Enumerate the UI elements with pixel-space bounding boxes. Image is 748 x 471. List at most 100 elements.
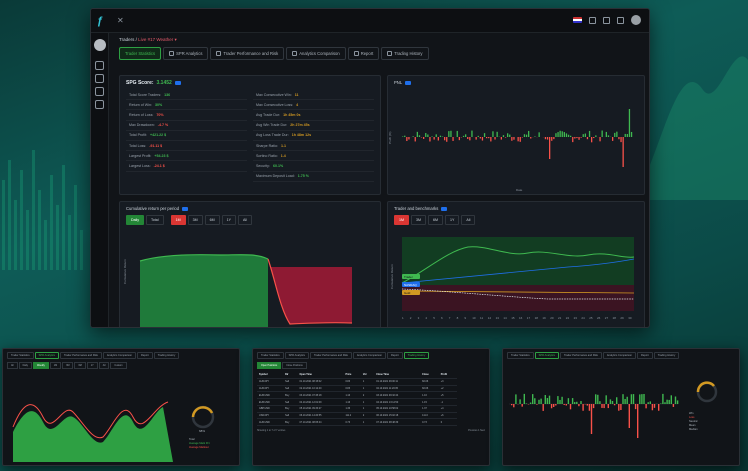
period-6m-button[interactable]: 6M — [204, 215, 220, 225]
thumbnail-trading-history[interactable]: Trader Statistics SPR Analytics Trader P… — [252, 348, 490, 466]
thumb3-bar — [555, 404, 557, 406]
pnl-bar — [557, 132, 559, 137]
stat-value: 1.1 — [280, 143, 286, 148]
stat-row: Sharpe Ratio: 1.1 — [253, 141, 374, 152]
tab-performance-risk[interactable]: Trader Performance and Risk — [210, 47, 285, 60]
stat-row: Total Loss: -91.11 $ — [126, 141, 247, 152]
x-tick-label: 11 — [480, 316, 483, 320]
search-icon[interactable] — [95, 61, 104, 70]
users-icon[interactable] — [95, 100, 104, 109]
tab-report[interactable]: Report — [347, 47, 380, 60]
thumb3-bar — [613, 404, 616, 406]
thumb3-bar — [529, 402, 532, 404]
pnl-bar — [483, 133, 486, 137]
stat-value: 11 — [294, 92, 299, 97]
cumulative-ylabel: Cumulative Return — [123, 259, 127, 284]
language-flag-icon[interactable] — [573, 17, 582, 23]
table-cell: Sell — [283, 385, 298, 393]
thumb3-bar — [658, 404, 660, 411]
pnl-bar — [544, 137, 547, 140]
table-cell: Sell — [283, 412, 298, 420]
pnl-bar — [626, 134, 628, 137]
stats-left-column: Total Score Traders: 136 Return of Win: 30%… — [126, 90, 247, 182]
trader-tag-label: Trader — [404, 275, 413, 279]
window-icon[interactable] — [617, 16, 624, 24]
thumb3-bar — [536, 404, 538, 405]
period-3m-button[interactable]: 3M — [187, 215, 203, 225]
thumb3-bar — [626, 396, 628, 404]
thumbnail-spr-bars[interactable]: Trader Statistics SPR Analytics Trader P… — [502, 348, 740, 466]
info-icon[interactable] — [182, 206, 189, 211]
bell-icon[interactable] — [603, 16, 610, 24]
pnl-bar — [418, 135, 421, 137]
table-cell: 2 — [360, 391, 375, 400]
table-row: USD/JPY Sell 06.10.2021 14:20:55 111.2 2 06.1… — [257, 412, 457, 420]
thumb3-tab: SPR Analytics — [534, 352, 559, 359]
user-avatar[interactable] — [631, 15, 641, 25]
trader-benchmarks-panel: Trader and benchmarks 1M 3M 6M 1Y All Cu… — [387, 201, 645, 327]
stat-value: 136 — [164, 92, 171, 97]
x-tick-label: 7 — [449, 316, 451, 320]
stat-row: Avg Win Trade Dur: 2h 27m 45s — [253, 121, 374, 131]
mode-total-button[interactable]: Total — [146, 215, 164, 225]
period-1m-button[interactable]: 1M — [170, 215, 186, 225]
pnl-bar — [416, 131, 418, 137]
table-row: EUR/USD Sell 04.10.2021 12:01:09 1.16 1 04.10… — [257, 398, 457, 406]
trader-period-1y-button[interactable]: 1Y — [445, 215, 460, 225]
x-tick-label: 4 — [425, 316, 427, 320]
pnl-panel: PNL Profit (%) Date — [387, 75, 645, 195]
thumb3-bar — [628, 404, 630, 428]
thumbnail-spr-analytics[interactable]: Trader Statistics SPR Analytics Trader P… — [2, 348, 240, 466]
thumb3-bar — [672, 404, 675, 407]
tab-analytics-comparison[interactable]: Analytics Comparison — [286, 47, 346, 60]
sidebar-avatar[interactable] — [93, 39, 106, 51]
stat-value: 1h 45m 0s — [283, 112, 301, 117]
gift-icon[interactable] — [589, 16, 596, 24]
close-icon[interactable]: ✕ — [117, 16, 124, 25]
trader-period-6m-button[interactable]: 6M — [428, 215, 443, 225]
table-cell: 111.0 — [420, 412, 439, 420]
thumb3-bar — [559, 399, 561, 404]
info-icon[interactable] — [174, 81, 181, 85]
table-cell: 01.10.2021 08:15:02 — [297, 378, 344, 386]
table-cell: 1.16 — [343, 391, 361, 400]
thumb3-bar — [523, 393, 525, 404]
tab-spr-analytics[interactable]: SPR Analytics — [163, 47, 209, 60]
pnl-bar — [530, 137, 532, 139]
pnl-bar — [624, 133, 626, 137]
thumb3-bar — [519, 399, 521, 404]
pnl-bar — [591, 137, 593, 143]
chart-icon[interactable] — [95, 74, 104, 83]
thumb3-tabs: Trader Statistics SPR Analytics Trader P… — [503, 349, 739, 362]
trader-period-1m-button[interactable]: 1M — [394, 215, 409, 225]
pnl-bar — [479, 137, 481, 139]
trader-period-3m-button[interactable]: 3M — [411, 215, 426, 225]
tab-trader-statistics[interactable]: Trader Statistics — [119, 47, 162, 60]
table-cell: 01.10.2021 09:00:11 — [374, 378, 421, 386]
pnl-bar — [492, 131, 494, 137]
account-selector[interactable]: Live #17 Weather ▾ — [138, 37, 177, 42]
score-label: SPG Score: — [126, 80, 154, 86]
breadcrumb-root[interactable]: Traders / — [119, 37, 138, 42]
trader-period-all-button[interactable]: All — [461, 215, 476, 225]
trader-title-row: Trader and benchmarks — [388, 202, 644, 215]
pnl-bar — [439, 135, 442, 137]
cumulative-title-row: Cumulative return per period — [120, 202, 380, 215]
info-icon[interactable] — [441, 206, 448, 211]
bank-icon[interactable] — [95, 87, 104, 96]
mode-daily-button[interactable]: Daily — [126, 215, 144, 225]
thumb1-tab: Trader Statistics — [7, 352, 34, 359]
thumb1-button: 6M — [74, 362, 86, 369]
pnl-bar — [549, 137, 551, 159]
pnl-bar — [435, 134, 437, 137]
tab-trading-history[interactable]: Trading History — [381, 47, 429, 60]
period-1y-button[interactable]: 1Y — [221, 215, 236, 225]
period-all-button[interactable]: All — [238, 215, 252, 225]
thumb3-bar — [674, 396, 677, 404]
thumb1-button: All — [98, 362, 110, 369]
thumb3-bar — [561, 396, 563, 404]
thumb3-bar — [668, 399, 670, 404]
gauge-fill — [191, 406, 214, 418]
top-bar: ƒ ✕ — [91, 9, 649, 33]
info-icon[interactable] — [405, 80, 412, 85]
